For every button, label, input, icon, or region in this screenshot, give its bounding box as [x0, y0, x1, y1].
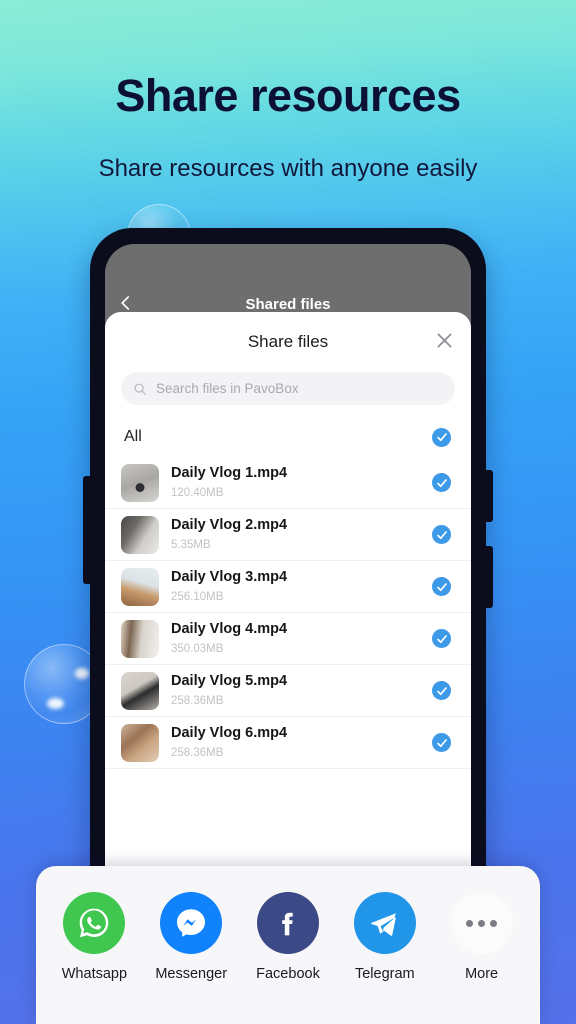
- select-all-label: All: [124, 428, 142, 445]
- messenger-icon: [160, 892, 223, 954]
- table-row[interactable]: Daily Vlog 6.mp4 258.36MB: [105, 717, 471, 769]
- bubble-highlight: [47, 698, 64, 709]
- file-thumbnail: [121, 723, 159, 762]
- table-row[interactable]: Daily Vlog 1.mp4 120.40MB: [105, 457, 471, 509]
- file-name: Daily Vlog 3.mp4: [171, 569, 288, 586]
- file-list[interactable]: All Daily Vlog 1.mp4 120.40MB Daily Vlog…: [105, 417, 471, 908]
- file-size: 256.10MB: [171, 590, 224, 603]
- file-thumbnail: [121, 463, 159, 502]
- share-target-telegram[interactable]: Telegram: [336, 892, 433, 982]
- share-target-label: Messenger: [155, 966, 228, 982]
- share-target-messenger[interactable]: Messenger: [143, 892, 240, 982]
- share-files-modal: Share files Search files in PavoBox All …: [105, 312, 471, 908]
- file-size: 258.36MB: [171, 746, 224, 759]
- table-row[interactable]: Daily Vlog 2.mp4 5.35MB: [105, 509, 471, 561]
- check-icon[interactable]: [432, 427, 451, 447]
- check-icon[interactable]: [432, 473, 451, 492]
- table-row[interactable]: Daily Vlog 5.mp4 258.36MB: [105, 665, 471, 717]
- file-meta: Daily Vlog 3.mp4 256.10MB: [171, 569, 432, 603]
- file-name: Daily Vlog 4.mp4: [171, 621, 288, 638]
- share-target-label: More: [465, 966, 499, 982]
- file-meta: Daily Vlog 1.mp4 120.40MB: [171, 465, 432, 499]
- check-icon[interactable]: [432, 629, 451, 648]
- more-dots-icon: [450, 892, 513, 954]
- page-subtitle: Share resources with anyone easily: [98, 155, 478, 182]
- file-name: Daily Vlog 1.mp4: [171, 465, 288, 482]
- phone-side-button[interactable]: [485, 546, 493, 608]
- file-name: Daily Vlog 6.mp4: [171, 725, 288, 742]
- file-name: Daily Vlog 5.mp4: [171, 673, 288, 690]
- share-target-label: Whatsapp: [61, 966, 128, 982]
- page-title: Share resources: [115, 70, 461, 121]
- bubble-highlight: [75, 668, 89, 679]
- file-meta: Daily Vlog 2.mp4 5.35MB: [171, 517, 432, 551]
- select-all-row[interactable]: All: [105, 417, 471, 457]
- share-target-more[interactable]: More: [433, 892, 530, 982]
- file-thumbnail: [121, 515, 159, 554]
- file-thumbnail: [121, 619, 159, 658]
- share-target-facebook[interactable]: Facebook: [240, 892, 337, 982]
- phone-volume-button[interactable]: [83, 476, 91, 584]
- file-size: 258.36MB: [171, 694, 224, 707]
- table-row[interactable]: Daily Vlog 3.mp4 256.10MB: [105, 561, 471, 613]
- table-row[interactable]: Daily Vlog 4.mp4 350.03MB: [105, 613, 471, 665]
- file-size: 5.35MB: [171, 538, 211, 551]
- close-icon[interactable]: [434, 330, 455, 351]
- search-icon: [133, 382, 147, 396]
- share-target-label: Facebook: [256, 966, 320, 982]
- shared-files-title: Shared files: [245, 296, 331, 313]
- file-meta: Daily Vlog 4.mp4 350.03MB: [171, 621, 432, 655]
- check-icon[interactable]: [432, 733, 451, 752]
- phone-screen: Shared files Share files Search files in: [105, 244, 471, 908]
- share-target-label: Telegram: [354, 966, 415, 982]
- file-size: 350.03MB: [171, 642, 224, 655]
- promo-screenshot: Share resources Share resources with any…: [0, 0, 576, 1024]
- shared-files-header: Shared files: [105, 244, 471, 318]
- check-icon[interactable]: [432, 525, 451, 544]
- file-meta: Daily Vlog 6.mp4 258.36MB: [171, 725, 432, 759]
- phone-mockup: Shared files Share files Search files in: [83, 228, 493, 918]
- share-target-whatsapp[interactable]: Whatsapp: [46, 892, 143, 982]
- facebook-icon: [256, 892, 319, 954]
- phone-power-button[interactable]: [485, 470, 493, 522]
- whatsapp-icon: [63, 892, 126, 954]
- check-icon[interactable]: [432, 681, 451, 700]
- file-name: Daily Vlog 2.mp4: [171, 517, 288, 534]
- file-thumbnail: [121, 671, 159, 710]
- file-size: 120.40MB: [171, 486, 224, 499]
- check-icon[interactable]: [432, 577, 451, 596]
- search-placeholder: Search files in PavoBox: [156, 381, 299, 396]
- file-thumbnail: [121, 567, 159, 606]
- telegram-icon: [353, 892, 416, 954]
- share-sheet: Whatsapp Messenger Facebook Telegram Mor…: [36, 866, 540, 1024]
- modal-title: Share files: [247, 332, 329, 351]
- file-meta: Daily Vlog 5.mp4 258.36MB: [171, 673, 432, 707]
- search-input[interactable]: Search files in PavoBox: [121, 372, 455, 405]
